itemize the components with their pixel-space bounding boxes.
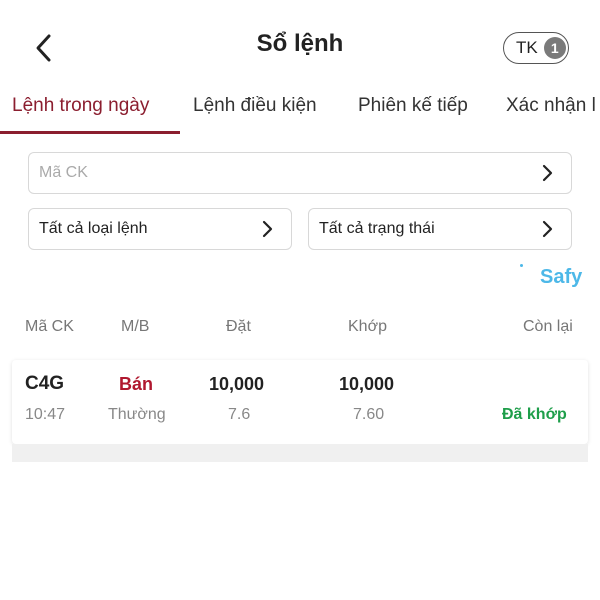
brand-logo: Safy: [540, 266, 583, 288]
matched-price: 7.60: [353, 406, 385, 423]
tab-bar: Lệnh trong ngày Lệnh điều kiện Phiên kế …: [0, 90, 600, 134]
account-label: TK: [516, 38, 538, 57]
column-header-side: M/B: [121, 318, 150, 335]
column-header-symbol: Mã CK: [25, 318, 74, 335]
matched-quantity: 10,000: [339, 374, 395, 394]
header: Sổ lệnh TK 1: [0, 0, 600, 90]
tab-confirmation[interactable]: Xác nhận l: [506, 95, 596, 117]
column-header-remaining: Còn lại: [523, 318, 573, 335]
tab-conditional-orders[interactable]: Lệnh điều kiện: [193, 95, 317, 117]
column-header-placed: Đặt: [226, 318, 251, 335]
placed-quantity: 10,000: [209, 374, 265, 394]
chevron-right-icon: [255, 217, 279, 241]
account-count-badge: 1: [543, 37, 566, 59]
order-time: 10:47: [25, 406, 66, 423]
symbol-search-placeholder: Mã CK: [39, 164, 88, 181]
tab-intraday-orders[interactable]: Lệnh trong ngày: [12, 95, 149, 117]
status-filter[interactable]: Tất cả trạng thái: [308, 208, 572, 250]
order-kind: Thường: [108, 406, 166, 423]
order-type-filter-value: Tất cả loại lệnh: [39, 220, 148, 237]
active-tab-indicator: [0, 131, 180, 134]
chevron-right-icon: [535, 161, 559, 185]
list-footer-divider: [12, 444, 588, 462]
symbol-search-field[interactable]: Mã CK: [28, 152, 572, 194]
order-status-badge: Đã khớp: [502, 406, 567, 423]
order-side: Bán: [119, 374, 154, 394]
brand-dot: [520, 264, 523, 267]
order-row[interactable]: C4G 10:47 Bán Thường 10,000 7.6 10,000 7…: [12, 360, 588, 444]
account-selector[interactable]: TK 1: [503, 32, 569, 64]
status-filter-value: Tất cả trạng thái: [319, 220, 435, 237]
placed-price: 7.6: [228, 406, 251, 423]
column-header-matched: Khớp: [348, 318, 387, 335]
order-type-filter[interactable]: Tất cả loại lệnh: [28, 208, 292, 250]
order-symbol: C4G: [25, 373, 65, 394]
tab-next-session[interactable]: Phiên kế tiếp: [358, 95, 468, 117]
chevron-right-icon: [535, 217, 559, 241]
order-book-screen: Sổ lệnh TK 1 Lệnh trong ngày Lệnh điều k…: [0, 0, 600, 600]
